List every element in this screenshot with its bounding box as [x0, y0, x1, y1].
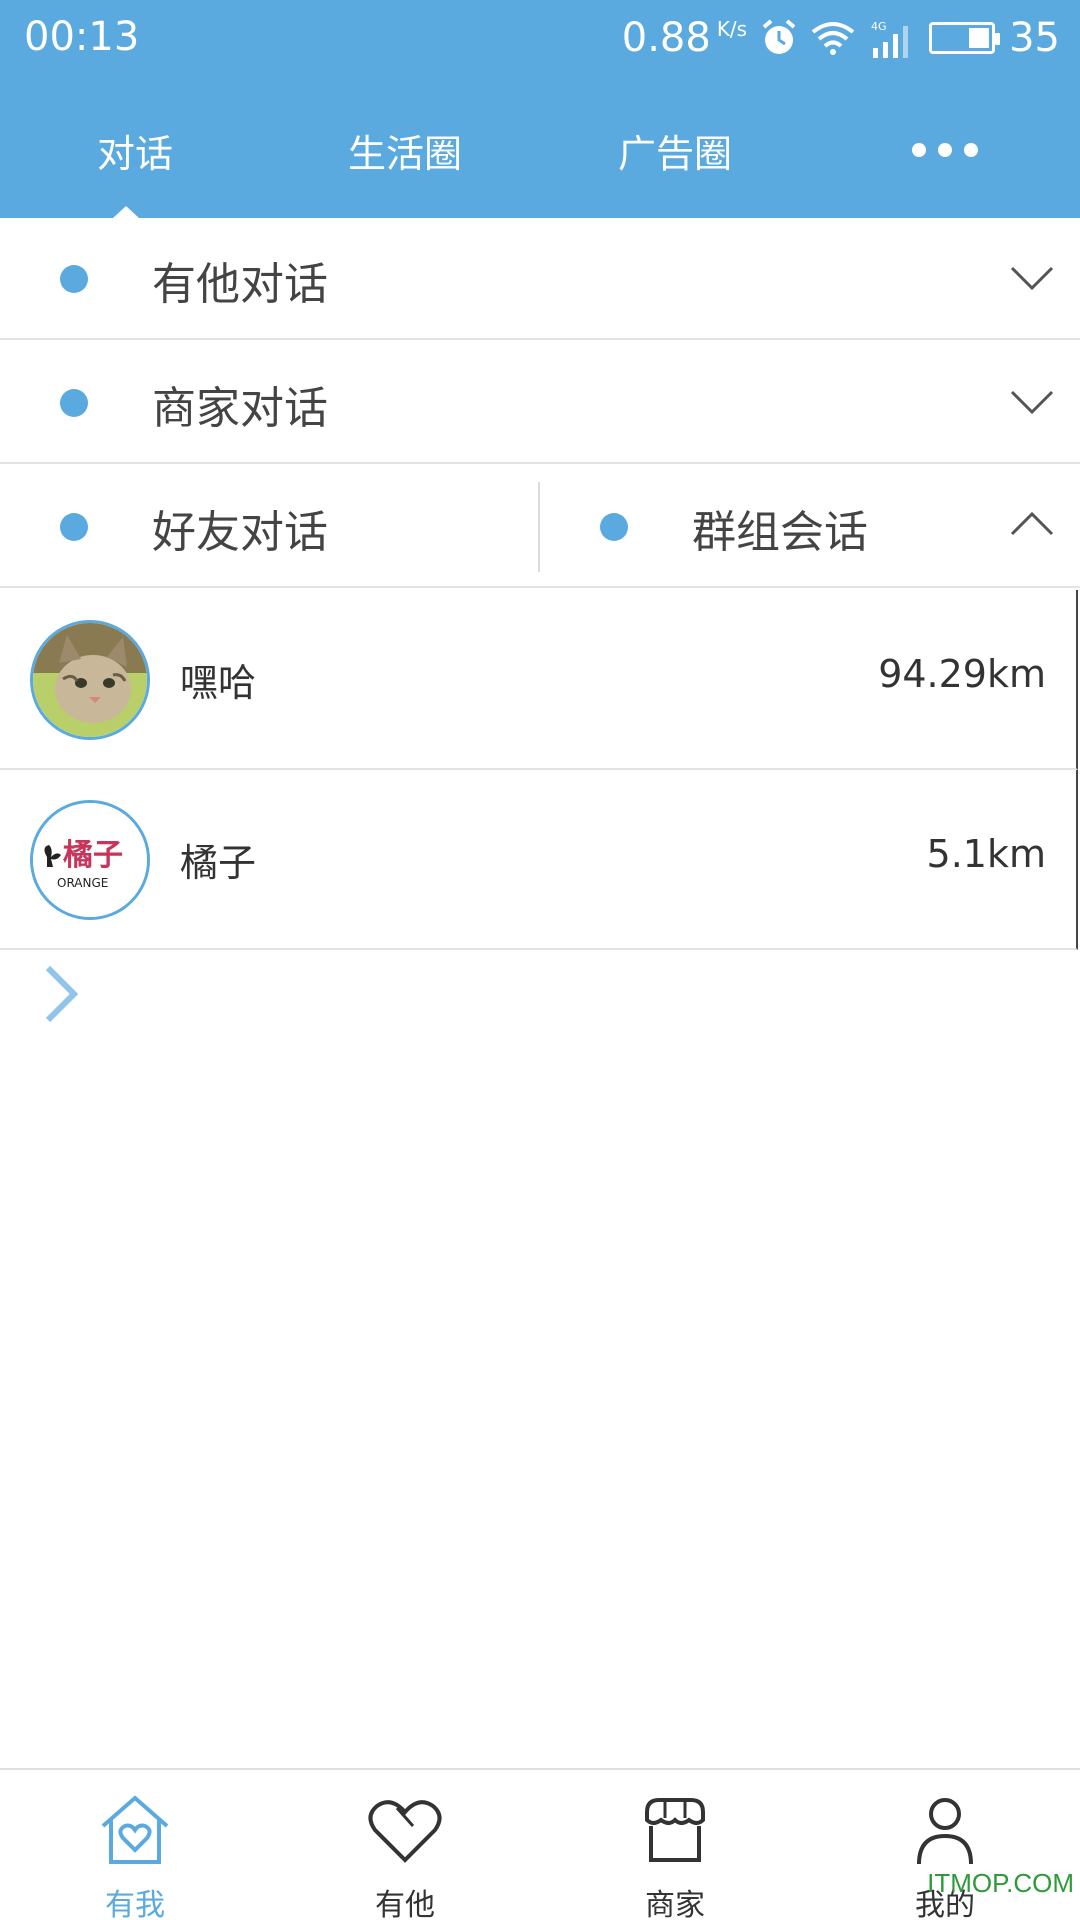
- avatar[interactable]: [30, 620, 150, 740]
- orange-logo-icon: 橘子 ORANGE: [33, 803, 147, 917]
- shop-icon: [645, 1798, 705, 1862]
- active-tab-indicator: [113, 206, 139, 218]
- user-icon: [917, 1798, 973, 1865]
- chevron-down-icon: [1010, 266, 1054, 291]
- tab-ad-circle[interactable]: 广告圈: [540, 110, 810, 190]
- section-label: 有他对话: [152, 259, 328, 310]
- watermark: ITMOP.COM: [927, 1868, 1074, 1898]
- more-dots-icon: [912, 143, 978, 157]
- heart-icon: [368, 1800, 442, 1863]
- section-label: 好友对话: [152, 507, 328, 558]
- tab-dialogue[interactable]: 对话: [0, 110, 270, 190]
- battery-icon: [929, 22, 1001, 54]
- logo-sub-text: ORANGE: [57, 876, 108, 890]
- chat-name: 嘿哈: [180, 661, 257, 705]
- bottom-nav: 有我 有他 商家 我的: [0, 1768, 1080, 1920]
- nav-item-merchant[interactable]: 商家: [540, 1770, 810, 1920]
- nav-item-me[interactable]: 有我: [0, 1770, 270, 1920]
- network-speed: 0.88 K/s: [622, 15, 747, 61]
- avatar[interactable]: 橘子 ORANGE: [30, 800, 150, 920]
- list-item[interactable]: 嘿哈 94.29km: [0, 590, 1078, 770]
- list-item[interactable]: 橘子 ORANGE 橘子 5.1km: [0, 770, 1078, 950]
- top-tabs: 对话 生活圈 广告圈: [0, 110, 1080, 190]
- nav-label: 商家: [645, 1888, 705, 1920]
- signal-icon: 4G: [871, 20, 909, 58]
- speed-value: 0.88: [621, 15, 711, 61]
- section-bullet: [60, 513, 88, 541]
- more-tabs-button[interactable]: [810, 110, 1080, 190]
- app-header: 00:13 0.88 K/s 4G 35 对话 生活圈 广告圈: [0, 0, 1080, 218]
- status-bar: 00:13 0.88 K/s 4G 35: [0, 0, 1080, 80]
- status-time: 00:13: [24, 14, 140, 60]
- wifi-icon: [811, 22, 855, 55]
- chat-name: 橘子: [180, 841, 257, 885]
- section-bullet: [600, 513, 628, 541]
- chat-distance: 5.1km: [926, 832, 1046, 876]
- tab-life-circle[interactable]: 生活圈: [270, 110, 540, 190]
- nav-label: 有我: [105, 1888, 165, 1920]
- section-other-dialogue[interactable]: 有他对话: [0, 218, 1080, 340]
- tab-friend-dialogue[interactable]: 好友对话: [0, 466, 538, 586]
- section-label: 商家对话: [152, 383, 328, 434]
- chevron-down-icon: [1010, 390, 1054, 415]
- speed-unit: K/s: [716, 17, 748, 41]
- alarm-icon: [762, 19, 796, 54]
- logo-text: 橘子: [63, 838, 123, 873]
- status-icons: 0.88 K/s 4G 35: [622, 12, 1060, 64]
- section-friends-groups: 好友对话 群组会话: [0, 466, 1080, 588]
- nav-label: 有他: [375, 1888, 435, 1920]
- cat-photo-icon: [33, 623, 147, 737]
- section-bullet: [60, 265, 88, 293]
- section-bullet: [60, 389, 88, 417]
- nav-item-others[interactable]: 有他: [270, 1770, 540, 1920]
- house-heart-icon: [101, 1795, 169, 1864]
- network-type-label: 4G: [871, 20, 887, 33]
- tab-group-chat[interactable]: 群组会话: [540, 466, 1080, 586]
- chevron-right-icon[interactable]: [40, 962, 84, 1026]
- battery-level: 35: [1009, 15, 1060, 61]
- chat-distance: 94.29km: [878, 652, 1046, 696]
- chevron-up-icon[interactable]: [1008, 506, 1056, 542]
- section-merchant-dialogue[interactable]: 商家对话: [0, 342, 1080, 464]
- section-label: 群组会话: [692, 507, 868, 558]
